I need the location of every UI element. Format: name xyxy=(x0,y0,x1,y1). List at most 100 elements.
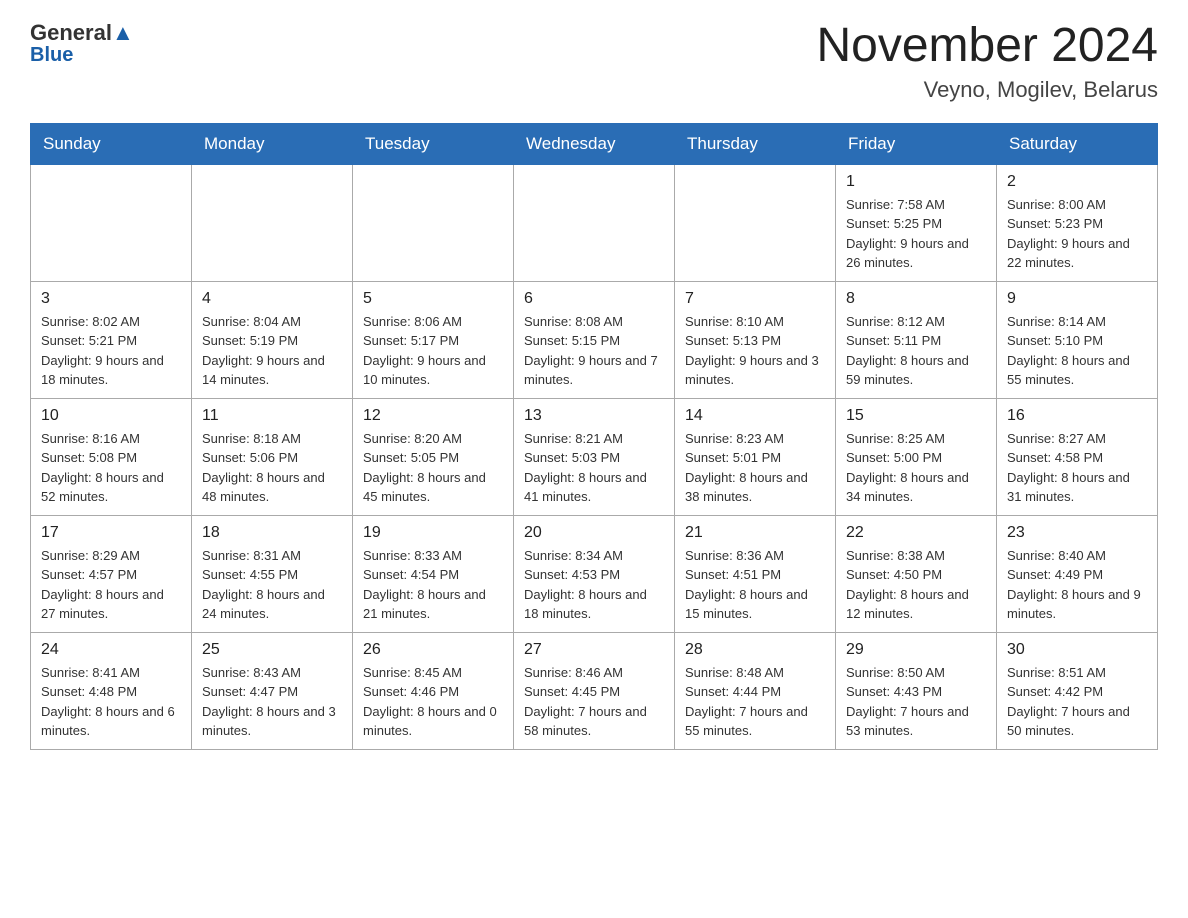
day-info: Sunrise: 8:43 AM Sunset: 4:47 PM Dayligh… xyxy=(202,663,342,741)
day-info: Sunrise: 8:18 AM Sunset: 5:06 PM Dayligh… xyxy=(202,429,342,507)
day-number: 12 xyxy=(363,407,503,425)
day-of-week-header: Sunday xyxy=(31,123,192,164)
calendar-day-cell: 9 Sunrise: 8:14 AM Sunset: 5:10 PM Daylig… xyxy=(997,281,1158,398)
day-number: 19 xyxy=(363,524,503,542)
day-of-week-header: Monday xyxy=(192,123,353,164)
day-number: 29 xyxy=(846,641,986,659)
day-number: 13 xyxy=(524,407,664,425)
day-info: Sunrise: 8:00 AM Sunset: 5:23 PM Dayligh… xyxy=(1007,195,1147,273)
day-number: 26 xyxy=(363,641,503,659)
day-number: 24 xyxy=(41,641,181,659)
calendar-table: SundayMondayTuesdayWednesdayThursdayFrid… xyxy=(30,123,1158,750)
day-number: 1 xyxy=(846,173,986,191)
calendar-day-cell: 14 Sunrise: 8:23 AM Sunset: 5:01 PM Dayli… xyxy=(675,398,836,515)
day-of-week-header: Saturday xyxy=(997,123,1158,164)
calendar-day-cell: 24 Sunrise: 8:41 AM Sunset: 4:48 PM Dayli… xyxy=(31,632,192,749)
day-info: Sunrise: 8:27 AM Sunset: 4:58 PM Dayligh… xyxy=(1007,429,1147,507)
calendar-day-cell: 30Sunrise: 8:51 AM Sunset: 4:42 PM Dayli… xyxy=(997,632,1158,749)
calendar-day-cell: 27 Sunrise: 8:46 AM Sunset: 4:45 PM Dayli… xyxy=(514,632,675,749)
calendar-body: 1 Sunrise: 7:58 AM Sunset: 5:25 PM Daylig… xyxy=(31,164,1158,749)
month-year-title: November 2024 xyxy=(816,20,1158,73)
day-info: Sunrise: 8:46 AM Sunset: 4:45 PM Dayligh… xyxy=(524,663,664,741)
day-info: Sunrise: 8:21 AM Sunset: 5:03 PM Dayligh… xyxy=(524,429,664,507)
day-number: 15 xyxy=(846,407,986,425)
day-info: Sunrise: 8:02 AM Sunset: 5:21 PM Dayligh… xyxy=(41,312,181,390)
calendar-day-cell: 26Sunrise: 8:45 AM Sunset: 4:46 PM Dayli… xyxy=(353,632,514,749)
calendar-day-cell: 13 Sunrise: 8:21 AM Sunset: 5:03 PM Dayli… xyxy=(514,398,675,515)
logo-general: General xyxy=(30,20,112,46)
calendar-day-cell: 8Sunrise: 8:12 AM Sunset: 5:11 PM Daylig… xyxy=(836,281,997,398)
day-info: Sunrise: 8:41 AM Sunset: 4:48 PM Dayligh… xyxy=(41,663,181,741)
day-info: Sunrise: 8:08 AM Sunset: 5:15 PM Dayligh… xyxy=(524,312,664,390)
day-number: 14 xyxy=(685,407,825,425)
day-info: Sunrise: 8:14 AM Sunset: 5:10 PM Dayligh… xyxy=(1007,312,1147,390)
day-info: Sunrise: 8:06 AM Sunset: 5:17 PM Dayligh… xyxy=(363,312,503,390)
day-info: Sunrise: 8:33 AM Sunset: 4:54 PM Dayligh… xyxy=(363,546,503,624)
calendar-day-cell: 15Sunrise: 8:25 AM Sunset: 5:00 PM Dayli… xyxy=(836,398,997,515)
day-info: Sunrise: 8:29 AM Sunset: 4:57 PM Dayligh… xyxy=(41,546,181,624)
day-number: 28 xyxy=(685,641,825,659)
day-number: 18 xyxy=(202,524,342,542)
day-number: 25 xyxy=(202,641,342,659)
day-number: 8 xyxy=(846,290,986,308)
day-number: 23 xyxy=(1007,524,1147,542)
location-subtitle: Veyno, Mogilev, Belarus xyxy=(816,77,1158,103)
day-number: 20 xyxy=(524,524,664,542)
calendar-week-row: 3 Sunrise: 8:02 AM Sunset: 5:21 PM Daylig… xyxy=(31,281,1158,398)
calendar-day-cell: 3 Sunrise: 8:02 AM Sunset: 5:21 PM Daylig… xyxy=(31,281,192,398)
day-info: Sunrise: 8:51 AM Sunset: 4:42 PM Dayligh… xyxy=(1007,663,1147,741)
day-number: 10 xyxy=(41,407,181,425)
calendar-day-cell: 16 Sunrise: 8:27 AM Sunset: 4:58 PM Dayli… xyxy=(997,398,1158,515)
calendar-day-cell: 19 Sunrise: 8:33 AM Sunset: 4:54 PM Dayli… xyxy=(353,515,514,632)
calendar-week-row: 17 Sunrise: 8:29 AM Sunset: 4:57 PM Dayli… xyxy=(31,515,1158,632)
calendar-day-cell xyxy=(675,164,836,281)
calendar-day-cell: 1 Sunrise: 7:58 AM Sunset: 5:25 PM Daylig… xyxy=(836,164,997,281)
calendar-day-cell: 21Sunrise: 8:36 AM Sunset: 4:51 PM Dayli… xyxy=(675,515,836,632)
logo-text: General ▲ xyxy=(30,20,134,46)
day-number: 5 xyxy=(363,290,503,308)
day-of-week-header: Friday xyxy=(836,123,997,164)
day-number: 9 xyxy=(1007,290,1147,308)
logo-subtitle: Blue xyxy=(30,44,73,67)
day-info: Sunrise: 8:16 AM Sunset: 5:08 PM Dayligh… xyxy=(41,429,181,507)
day-number: 27 xyxy=(524,641,664,659)
day-number: 17 xyxy=(41,524,181,542)
day-info: Sunrise: 8:20 AM Sunset: 5:05 PM Dayligh… xyxy=(363,429,503,507)
day-info: Sunrise: 8:50 AM Sunset: 4:43 PM Dayligh… xyxy=(846,663,986,741)
day-info: Sunrise: 8:36 AM Sunset: 4:51 PM Dayligh… xyxy=(685,546,825,624)
day-info: Sunrise: 8:23 AM Sunset: 5:01 PM Dayligh… xyxy=(685,429,825,507)
day-info: Sunrise: 8:10 AM Sunset: 5:13 PM Dayligh… xyxy=(685,312,825,390)
day-number: 16 xyxy=(1007,407,1147,425)
calendar-day-cell: 29 Sunrise: 8:50 AM Sunset: 4:43 PM Dayli… xyxy=(836,632,997,749)
day-number: 11 xyxy=(202,407,342,425)
calendar-day-cell: 7 Sunrise: 8:10 AM Sunset: 5:13 PM Daylig… xyxy=(675,281,836,398)
calendar-day-cell: 18Sunrise: 8:31 AM Sunset: 4:55 PM Dayli… xyxy=(192,515,353,632)
logo-blue-text: ▲ xyxy=(112,20,134,46)
day-of-week-header: Thursday xyxy=(675,123,836,164)
day-info: Sunrise: 8:38 AM Sunset: 4:50 PM Dayligh… xyxy=(846,546,986,624)
calendar-day-cell: 5 Sunrise: 8:06 AM Sunset: 5:17 PM Daylig… xyxy=(353,281,514,398)
calendar-day-cell: 11 Sunrise: 8:18 AM Sunset: 5:06 PM Dayli… xyxy=(192,398,353,515)
day-info: Sunrise: 7:58 AM Sunset: 5:25 PM Dayligh… xyxy=(846,195,986,273)
day-info: Sunrise: 8:48 AM Sunset: 4:44 PM Dayligh… xyxy=(685,663,825,741)
calendar-day-cell: 25 Sunrise: 8:43 AM Sunset: 4:47 PM Dayli… xyxy=(192,632,353,749)
calendar-day-cell: 10 Sunrise: 8:16 AM Sunset: 5:08 PM Dayli… xyxy=(31,398,192,515)
day-number: 7 xyxy=(685,290,825,308)
day-of-week-header: Wednesday xyxy=(514,123,675,164)
calendar-day-cell xyxy=(192,164,353,281)
calendar-day-cell: 4Sunrise: 8:04 AM Sunset: 5:19 PM Daylig… xyxy=(192,281,353,398)
calendar-day-cell: 6Sunrise: 8:08 AM Sunset: 5:15 PM Daylig… xyxy=(514,281,675,398)
logo: General ▲ Blue xyxy=(30,20,134,67)
day-number: 22 xyxy=(846,524,986,542)
calendar-header: SundayMondayTuesdayWednesdayThursdayFrid… xyxy=(31,123,1158,164)
calendar-week-row: 10 Sunrise: 8:16 AM Sunset: 5:08 PM Dayli… xyxy=(31,398,1158,515)
calendar-day-cell xyxy=(514,164,675,281)
calendar-day-cell: 28 Sunrise: 8:48 AM Sunset: 4:44 PM Dayli… xyxy=(675,632,836,749)
day-info: Sunrise: 8:04 AM Sunset: 5:19 PM Dayligh… xyxy=(202,312,342,390)
calendar-day-cell: 23Sunrise: 8:40 AM Sunset: 4:49 PM Dayli… xyxy=(997,515,1158,632)
day-number: 3 xyxy=(41,290,181,308)
calendar-day-cell: 12 Sunrise: 8:20 AM Sunset: 5:05 PM Dayli… xyxy=(353,398,514,515)
day-info: Sunrise: 8:34 AM Sunset: 4:53 PM Dayligh… xyxy=(524,546,664,624)
calendar-day-cell xyxy=(353,164,514,281)
header-row: SundayMondayTuesdayWednesdayThursdayFrid… xyxy=(31,123,1158,164)
